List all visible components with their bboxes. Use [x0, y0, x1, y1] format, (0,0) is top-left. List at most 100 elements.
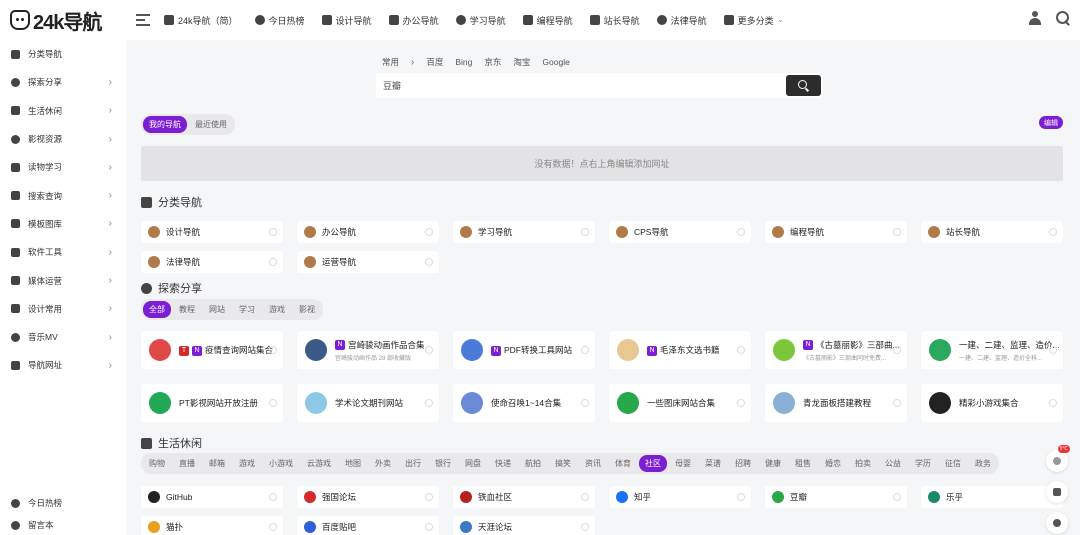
info-icon[interactable]	[269, 346, 277, 354]
filter-tab[interactable]: 地图	[339, 455, 367, 472]
filter-tab[interactable]: 全部	[143, 301, 171, 318]
sidebar-item[interactable]: 分类导航	[0, 40, 126, 68]
category-card[interactable]: 运营导航	[297, 251, 439, 273]
info-icon[interactable]	[581, 399, 589, 407]
filter-tab[interactable]: 直播	[173, 455, 201, 472]
sidebar-bottom-item[interactable]: 今日热榜	[0, 492, 126, 514]
nav-item[interactable]: 站长导航	[589, 14, 640, 27]
info-icon[interactable]	[425, 228, 433, 236]
edit-button[interactable]: 编辑	[1039, 116, 1063, 129]
dark-mode-button[interactable]	[1046, 512, 1068, 534]
site-card[interactable]: 天涯论坛	[453, 516, 595, 535]
filter-tab[interactable]: 婚恋	[819, 455, 847, 472]
sidebar-item[interactable]: 模板图库 ›	[0, 210, 126, 238]
info-icon[interactable]	[425, 493, 433, 501]
explore-card[interactable]: 使命召唤1~14合集	[453, 384, 595, 422]
filter-tab[interactable]: 邮箱	[203, 455, 231, 472]
filter-tab[interactable]: 出行	[399, 455, 427, 472]
sidebar-item[interactable]: 生活休闲 ›	[0, 97, 126, 125]
info-icon[interactable]	[269, 523, 277, 531]
explore-card[interactable]: 一些图床网站合集	[609, 384, 751, 422]
info-icon[interactable]	[893, 346, 901, 354]
explore-card[interactable]: 精彩小游戏集合	[921, 384, 1063, 422]
filter-tab[interactable]: 银行	[429, 455, 457, 472]
site-card[interactable]: GitHub	[141, 486, 283, 508]
info-icon[interactable]	[581, 228, 589, 236]
category-card[interactable]: 站长导航	[921, 221, 1063, 243]
info-icon[interactable]	[425, 523, 433, 531]
filter-tab[interactable]: 征信	[939, 455, 967, 472]
filter-tab[interactable]: 资讯	[579, 455, 607, 472]
filter-tab[interactable]: 航拍	[519, 455, 547, 472]
filter-tab[interactable]: 网盘	[459, 455, 487, 472]
info-icon[interactable]	[425, 346, 433, 354]
site-card[interactable]: 铁血社区	[453, 486, 595, 508]
filter-tab[interactable]: 网站	[203, 301, 231, 318]
info-icon[interactable]	[1049, 346, 1057, 354]
sidebar-item[interactable]: 软件工具 ›	[0, 238, 126, 266]
sidebar-item[interactable]: 音乐MV ›	[0, 323, 126, 351]
filter-tab[interactable]: 游戏	[263, 301, 291, 318]
filter-tab[interactable]: 云游戏	[301, 455, 337, 472]
filter-tab[interactable]: 购物	[143, 455, 171, 472]
filter-tab[interactable]: 学历	[909, 455, 937, 472]
filter-tab[interactable]: 搞笑	[549, 455, 577, 472]
search-engine-tab[interactable]: 淘宝	[513, 56, 530, 68]
explore-card[interactable]: 一建、二建、监理、造价... 一建、二建、监理、造价全科...	[921, 331, 1063, 369]
info-icon[interactable]	[581, 523, 589, 531]
category-card[interactable]: 办公导航	[297, 221, 439, 243]
sidebar-item[interactable]: 读物学习 ›	[0, 153, 126, 181]
site-card[interactable]: 乐乎	[921, 486, 1063, 508]
info-icon[interactable]	[737, 399, 745, 407]
filter-tab[interactable]: 租售	[789, 455, 817, 472]
explore-card[interactable]: N 毛泽东文选书籍	[609, 331, 751, 369]
info-icon[interactable]	[269, 258, 277, 266]
info-icon[interactable]	[893, 493, 901, 501]
nav-item[interactable]: 24k导航（简）	[164, 14, 238, 27]
sidebar-item[interactable]: 搜索查询 ›	[0, 181, 126, 209]
nav-item[interactable]: 编程导航	[522, 14, 573, 27]
site-card[interactable]: 强国论坛	[297, 486, 439, 508]
filter-tab[interactable]: 游戏	[233, 455, 261, 472]
info-icon[interactable]	[737, 228, 745, 236]
user-icon[interactable]	[1028, 11, 1042, 25]
nav-item[interactable]: 今日热榜	[254, 14, 305, 27]
site-card[interactable]: 豆瓣	[765, 486, 907, 508]
filter-tab[interactable]: 小游戏	[263, 455, 299, 472]
sidebar-item[interactable]: 设计常用 ›	[0, 295, 126, 323]
search-input[interactable]	[376, 80, 786, 91]
info-icon[interactable]	[737, 493, 745, 501]
info-icon[interactable]	[893, 228, 901, 236]
filter-tab[interactable]: 母婴	[669, 455, 697, 472]
site-card[interactable]: 百度贴吧	[297, 516, 439, 535]
info-icon[interactable]	[893, 399, 901, 407]
category-card[interactable]: 编程导航	[765, 221, 907, 243]
site-card[interactable]: 知乎	[609, 486, 751, 508]
filter-tab[interactable]: 拍卖	[849, 455, 877, 472]
filter-tab[interactable]: 最近使用	[189, 116, 233, 133]
sidebar-item[interactable]: 影视资源 ›	[0, 125, 126, 153]
sidebar-item[interactable]: 导航网址 ›	[0, 351, 126, 379]
explore-card[interactable]: 学术论文期刊网站	[297, 384, 439, 422]
filter-tab[interactable]: 学习	[233, 301, 261, 318]
filter-tab[interactable]: 我的导航	[143, 116, 187, 133]
menu-toggle-icon[interactable]	[136, 11, 150, 29]
filter-tab[interactable]: 政务	[969, 455, 997, 472]
search-engine-tab[interactable]: 百度	[426, 56, 443, 68]
info-icon[interactable]	[1049, 399, 1057, 407]
filter-tab[interactable]: 菜谱	[699, 455, 727, 472]
info-icon[interactable]	[581, 493, 589, 501]
nav-item[interactable]: 更多分类 ⌄	[723, 14, 784, 27]
filter-tab[interactable]: 公益	[879, 455, 907, 472]
category-card[interactable]: 法律导航	[141, 251, 283, 273]
site-logo[interactable]: 24k导航	[0, 6, 130, 35]
search-button[interactable]	[786, 75, 821, 96]
sidebar-item[interactable]: 媒体运营 ›	[0, 266, 126, 294]
info-icon[interactable]	[269, 228, 277, 236]
sidebar-item[interactable]: 探索分享 ›	[0, 68, 126, 96]
search-icon[interactable]	[1056, 11, 1070, 25]
filter-tab[interactable]: 招聘	[729, 455, 757, 472]
filter-tab[interactable]: 影视	[293, 301, 321, 318]
filter-tab[interactable]: 教程	[173, 301, 201, 318]
weather-button[interactable]: 9℃	[1046, 445, 1070, 472]
